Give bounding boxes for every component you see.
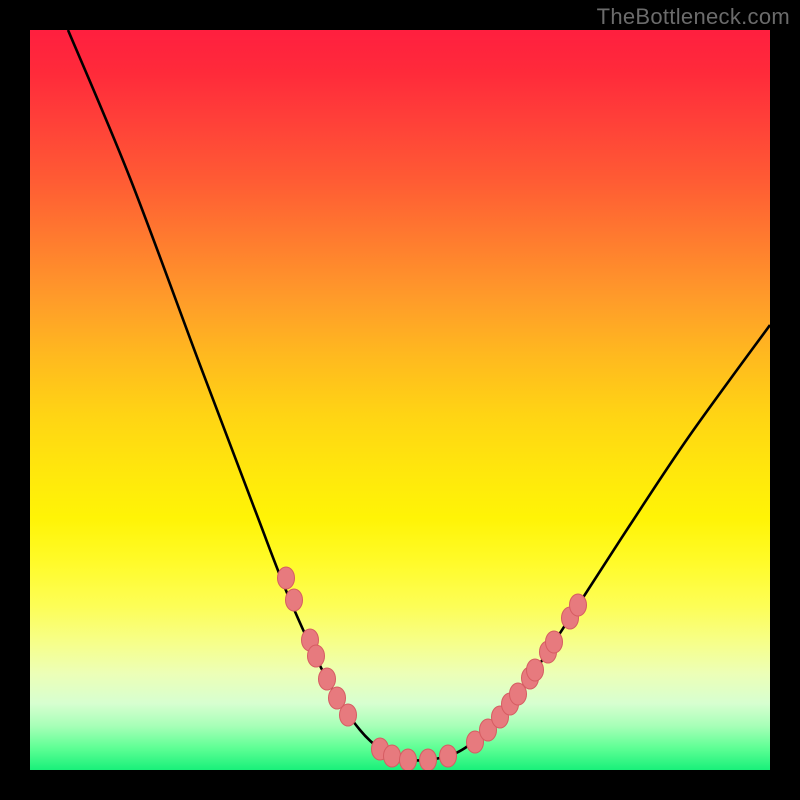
data-marker — [319, 668, 336, 690]
data-marker — [440, 745, 457, 767]
data-marker — [384, 745, 401, 767]
chart-svg — [30, 30, 770, 770]
data-marker — [570, 594, 587, 616]
data-marker — [400, 749, 417, 770]
data-markers-group — [278, 567, 587, 770]
watermark-text: TheBottleneck.com — [597, 4, 790, 30]
data-marker — [420, 749, 437, 770]
data-marker — [527, 659, 544, 681]
data-marker — [546, 631, 563, 653]
chart-stage: TheBottleneck.com — [0, 0, 800, 800]
data-marker — [340, 704, 357, 726]
data-marker — [286, 589, 303, 611]
plot-area — [30, 30, 770, 770]
bottleneck-curve — [68, 30, 770, 760]
data-marker — [308, 645, 325, 667]
curve-group — [68, 30, 770, 760]
data-marker — [278, 567, 295, 589]
